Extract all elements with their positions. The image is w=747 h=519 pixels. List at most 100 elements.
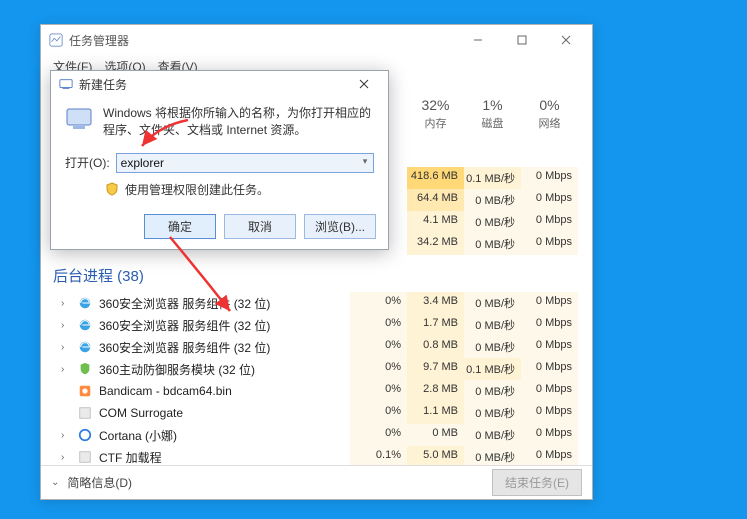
- metric-cell: 0 Mbps: [521, 446, 578, 465]
- metric-cell: 0.1 MB/秒: [464, 358, 521, 380]
- app-icon: [49, 33, 63, 47]
- network-percent: 0%: [539, 97, 559, 113]
- metric-cell: 0 MB/秒: [464, 292, 521, 314]
- run-icon: [59, 77, 73, 91]
- maximize-button[interactable]: [500, 25, 544, 55]
- metric-cell: 1.7 MB: [407, 314, 464, 336]
- metric-cell: 0 MB/秒: [464, 314, 521, 336]
- metric-cell: 0%: [350, 380, 407, 402]
- metric-cell: 0%: [350, 336, 407, 358]
- metric-cell: 0 Mbps: [521, 402, 578, 424]
- col-memory[interactable]: 32% 内存: [407, 97, 464, 131]
- dialog-description: Windows 将根据你所输入的名称，为你打开相应的程序、文件夹、文档或 Int…: [103, 105, 374, 139]
- metric-cell: 0 MB/秒: [464, 402, 521, 424]
- cancel-button[interactable]: 取消: [224, 214, 296, 239]
- expand-icon[interactable]: ›: [61, 452, 71, 463]
- col-network[interactable]: 0% 网络: [521, 97, 578, 131]
- process-name-cell: Bandicam - bdcam64.bin: [61, 383, 350, 399]
- open-combobox[interactable]: ▾: [116, 153, 374, 173]
- chevron-down-icon[interactable]: ⌄: [51, 477, 59, 488]
- process-row[interactable]: ›360主动防御服务模块 (32 位)0%9.7 MB0.1 MB/秒0 Mbp…: [41, 358, 592, 380]
- metrics: 0%1.7 MB0 MB/秒0 Mbps: [350, 314, 578, 336]
- metric-cell: 0 MB/秒: [464, 233, 521, 255]
- network-label: 网络: [539, 115, 561, 131]
- metric-cell: 0.1 MB/秒: [464, 167, 521, 189]
- expand-icon[interactable]: ›: [61, 364, 71, 375]
- metrics: 0%3.4 MB0 MB/秒0 Mbps: [350, 292, 578, 314]
- metrics: 0%0 MB0 MB/秒0 Mbps: [350, 424, 578, 446]
- process-name: 360安全浏览器 服务组件 (32 位): [99, 317, 270, 334]
- process-name: 360安全浏览器 服务组件 (32 位): [99, 339, 270, 356]
- process-row[interactable]: › 360安全浏览器 服务组件 (32 位) 0%0.8 MB0 MB/秒0 Mbp…: [41, 336, 592, 358]
- process-icon: [77, 383, 93, 399]
- run-app-icon: [65, 105, 93, 133]
- chevron-down-icon[interactable]: ▾: [358, 155, 372, 169]
- metric-cell: 0 MB/秒: [464, 189, 521, 211]
- process-row[interactable]: Bandicam - bdcam64.bin0%2.8 MB0 MB/秒0 Mb…: [41, 380, 592, 402]
- metric-cell: 0%: [350, 314, 407, 336]
- ok-button[interactable]: 确定: [144, 214, 216, 239]
- metric-cell: 0 Mbps: [521, 292, 578, 314]
- process-row[interactable]: ›360安全浏览器 服务组件 (32 位)0%3.4 MB0 MB/秒0 Mbp…: [41, 292, 592, 314]
- process-name: COM Surrogate: [99, 406, 183, 420]
- process-row[interactable]: COM Surrogate 0%1.1 MB0 MB/秒0 Mbps: [41, 402, 592, 424]
- metric-cell: 0 Mbps: [521, 380, 578, 402]
- metric-cell: 0 MB/秒: [464, 336, 521, 358]
- process-icon: [77, 405, 93, 421]
- col-disk[interactable]: 1% 磁盘: [464, 97, 521, 131]
- expand-icon[interactable]: ›: [61, 342, 71, 353]
- expand-icon[interactable]: ›: [61, 430, 71, 441]
- footer-label[interactable]: 简略信息(D): [67, 474, 484, 491]
- process-name-cell: › 360安全浏览器 服务组件 (32 位): [61, 339, 350, 356]
- metric-cell: 0%: [350, 424, 407, 446]
- admin-label: 使用管理权限创建此任务。: [125, 181, 269, 198]
- open-label: 打开(O):: [65, 154, 110, 171]
- minimize-button[interactable]: [456, 25, 500, 55]
- metric-cell: 0 Mbps: [521, 424, 578, 446]
- window-title: 任务管理器: [69, 32, 129, 49]
- metric-cell: 418.6 MB: [407, 167, 464, 189]
- process-icon: [77, 361, 93, 377]
- metric-cell: 1.1 MB: [407, 402, 464, 424]
- memory-percent: 32%: [421, 97, 449, 113]
- metric-cell: 0 MB: [407, 424, 464, 446]
- open-input[interactable]: [116, 153, 374, 173]
- process-name: CTF 加载程: [99, 449, 162, 466]
- process-name-cell: › Cortana (小娜): [61, 427, 350, 444]
- process-icon: [77, 449, 93, 465]
- expand-icon[interactable]: ›: [61, 298, 71, 309]
- metric-cell: 0%: [350, 358, 407, 380]
- metric-cell: 0 Mbps: [521, 189, 578, 211]
- dialog-titlebar[interactable]: 新建任务: [51, 71, 388, 97]
- process-row[interactable]: › Cortana (小娜) 0%0 MB0 MB/秒0 Mbps: [41, 424, 592, 446]
- metric-cell: 9.7 MB: [407, 358, 464, 380]
- metric-cell: 0 MB/秒: [464, 424, 521, 446]
- metric-cell: 64.4 MB: [407, 189, 464, 211]
- metric-cell: 0 Mbps: [521, 358, 578, 380]
- metrics: 0%9.7 MB0.1 MB/秒0 Mbps: [350, 358, 578, 380]
- process-name: Cortana (小娜): [99, 427, 177, 444]
- process-name-cell: ›360安全浏览器 服务组件 (32 位): [61, 295, 350, 312]
- disk-percent: 1%: [482, 97, 502, 113]
- metric-cell: 0.1%: [350, 446, 407, 465]
- process-row[interactable]: › 360安全浏览器 服务组件 (32 位) 0%1.7 MB0 MB/秒0 Mbp…: [41, 314, 592, 336]
- browse-button[interactable]: 浏览(B)...: [304, 214, 376, 239]
- process-icon: [77, 295, 93, 311]
- metric-cell: 0%: [350, 402, 407, 424]
- process-row[interactable]: ›CTF 加载程0.1%5.0 MB0 MB/秒0 Mbps: [41, 446, 592, 465]
- metrics: 0%1.1 MB0 MB/秒0 Mbps: [350, 402, 578, 424]
- metric-cell: 3.4 MB: [407, 292, 464, 314]
- metric-cell: 0 Mbps: [521, 336, 578, 358]
- process-name: Bandicam - bdcam64.bin: [99, 384, 232, 398]
- expand-icon[interactable]: ›: [61, 320, 71, 331]
- close-button[interactable]: [544, 25, 588, 55]
- metric-cell: 0 Mbps: [521, 167, 578, 189]
- metric-cell: 0.8 MB: [407, 336, 464, 358]
- titlebar[interactable]: 任务管理器: [41, 25, 592, 55]
- dialog-close-button[interactable]: [346, 73, 382, 95]
- process-icon: [77, 317, 93, 333]
- metric-cell: 0 Mbps: [521, 314, 578, 336]
- memory-label: 内存: [425, 115, 447, 131]
- process-icon: [77, 427, 93, 443]
- end-task-button[interactable]: 结束任务(E): [492, 469, 582, 496]
